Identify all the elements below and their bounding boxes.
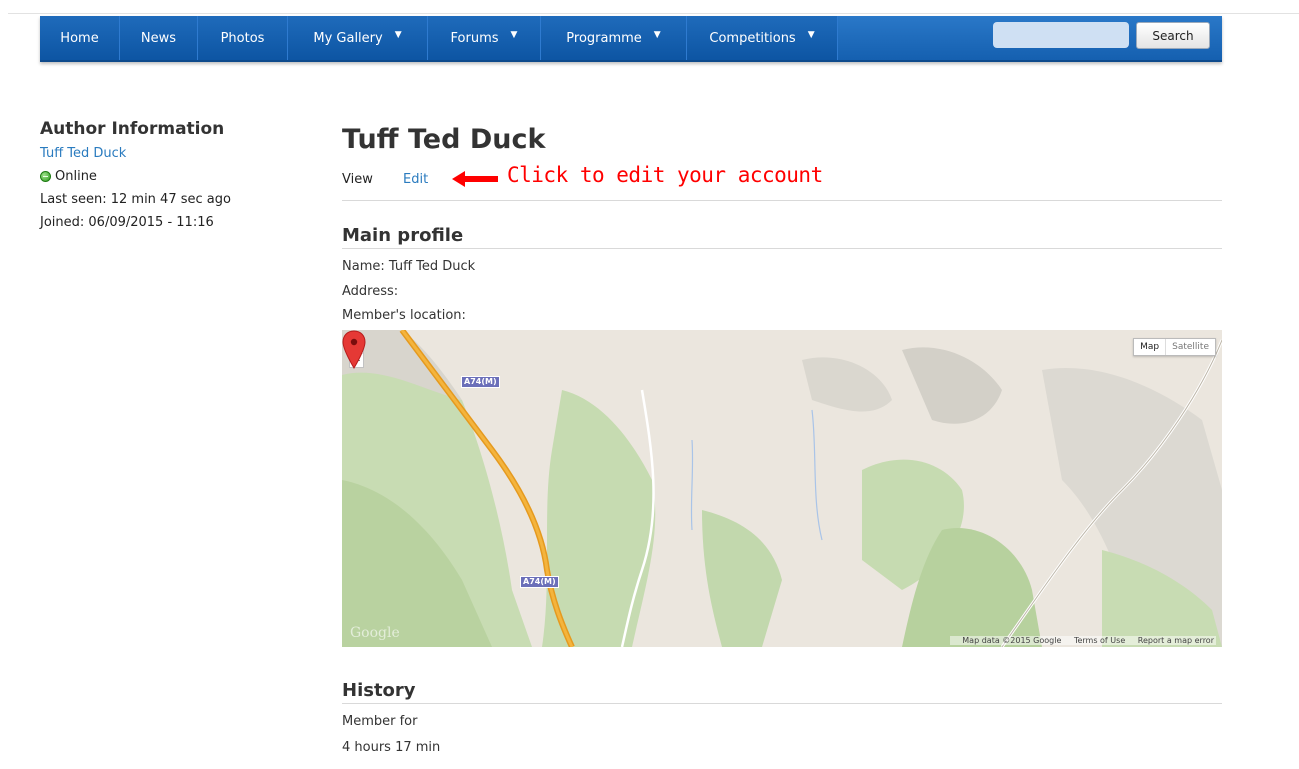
caret-down-icon: ▼ xyxy=(807,30,815,40)
edit-annotation: Click to edit your account xyxy=(507,163,823,187)
report-map-error-link[interactable]: Report a map error xyxy=(1138,636,1214,645)
profile-tabs: View Edit Click to edit your account xyxy=(342,163,1222,201)
nav-label: My Gallery xyxy=(313,30,383,46)
nav-label: Home xyxy=(60,30,99,46)
member-for-value: 4 hours 17 min xyxy=(342,740,441,755)
online-status-icon xyxy=(40,171,51,182)
nav-item-news[interactable]: News xyxy=(120,16,198,60)
profile-address: Address: xyxy=(342,284,399,299)
caret-down-icon: ▼ xyxy=(653,30,661,40)
online-status: Online xyxy=(40,169,300,184)
map-type-satellite-button[interactable]: Satellite xyxy=(1165,339,1215,355)
nav-item-competitions[interactable]: Competitions ▼ xyxy=(687,16,838,60)
nav-label: Competitions xyxy=(709,30,796,46)
google-logo: Google xyxy=(350,625,400,641)
page-title: Tuff Ted Duck xyxy=(342,124,546,155)
left-arrow-icon xyxy=(452,171,498,187)
nav-label: Forums xyxy=(450,30,499,46)
tab-edit[interactable]: Edit xyxy=(403,172,428,187)
profile-location-label: Member's location: xyxy=(342,308,466,323)
last-seen: Last seen: 12 min 47 sec ago xyxy=(40,192,231,207)
map-type-control: Map Satellite xyxy=(1133,338,1216,356)
joined-date: Joined: 06/09/2015 - 11:16 xyxy=(40,215,214,230)
caret-down-icon: ▼ xyxy=(394,30,402,40)
map-data-credit: Map data ©2015 Google xyxy=(962,636,1062,645)
nav-item-programme[interactable]: Programme ▼ xyxy=(541,16,687,60)
member-for-label: Member for xyxy=(342,714,418,729)
main-content: Tuff Ted Duck View Edit Click to edit yo… xyxy=(342,120,1222,755)
history-heading: History xyxy=(342,680,1222,704)
author-information-block: Author Information Tuff Ted Duck Online … xyxy=(40,119,300,230)
profile-name: Name: Tuff Ted Duck xyxy=(342,259,476,274)
nav-label: Programme xyxy=(566,30,642,46)
author-name-link[interactable]: Tuff Ted Duck xyxy=(40,146,300,161)
map-type-map-button[interactable]: Map xyxy=(1134,339,1166,355)
search-input[interactable] xyxy=(993,22,1129,48)
nav-label: News xyxy=(140,30,177,46)
map-attribution: Map data ©2015 Google Terms of Use Repor… xyxy=(950,636,1216,645)
tab-view[interactable]: View xyxy=(342,172,373,187)
map-marker-icon[interactable] xyxy=(342,330,366,370)
nav-label: Photos xyxy=(220,30,265,46)
main-profile-heading: Main profile xyxy=(342,225,1222,249)
sidebar-heading: Author Information xyxy=(40,119,225,139)
nav-item-my-gallery[interactable]: My Gallery ▼ xyxy=(288,16,428,60)
terms-of-use-link[interactable]: Terms of Use xyxy=(1074,636,1125,645)
top-divider xyxy=(8,13,1299,14)
road-label: A74(M) xyxy=(461,376,500,388)
nav-item-home[interactable]: Home xyxy=(40,16,120,60)
road-label: A74(M) xyxy=(520,576,559,588)
member-location-map[interactable]: + − Map Satellite A74(M) A74(M) Google M… xyxy=(342,330,1222,647)
nav-item-photos[interactable]: Photos xyxy=(198,16,288,60)
search-button[interactable]: Search xyxy=(1136,22,1210,49)
caret-down-icon: ▼ xyxy=(510,30,518,40)
nav-item-forums[interactable]: Forums ▼ xyxy=(428,16,541,60)
main-navigation: Home News Photos My Gallery ▼ Forums ▼ Pro… xyxy=(40,16,1222,62)
online-status-label: Online xyxy=(55,169,97,184)
